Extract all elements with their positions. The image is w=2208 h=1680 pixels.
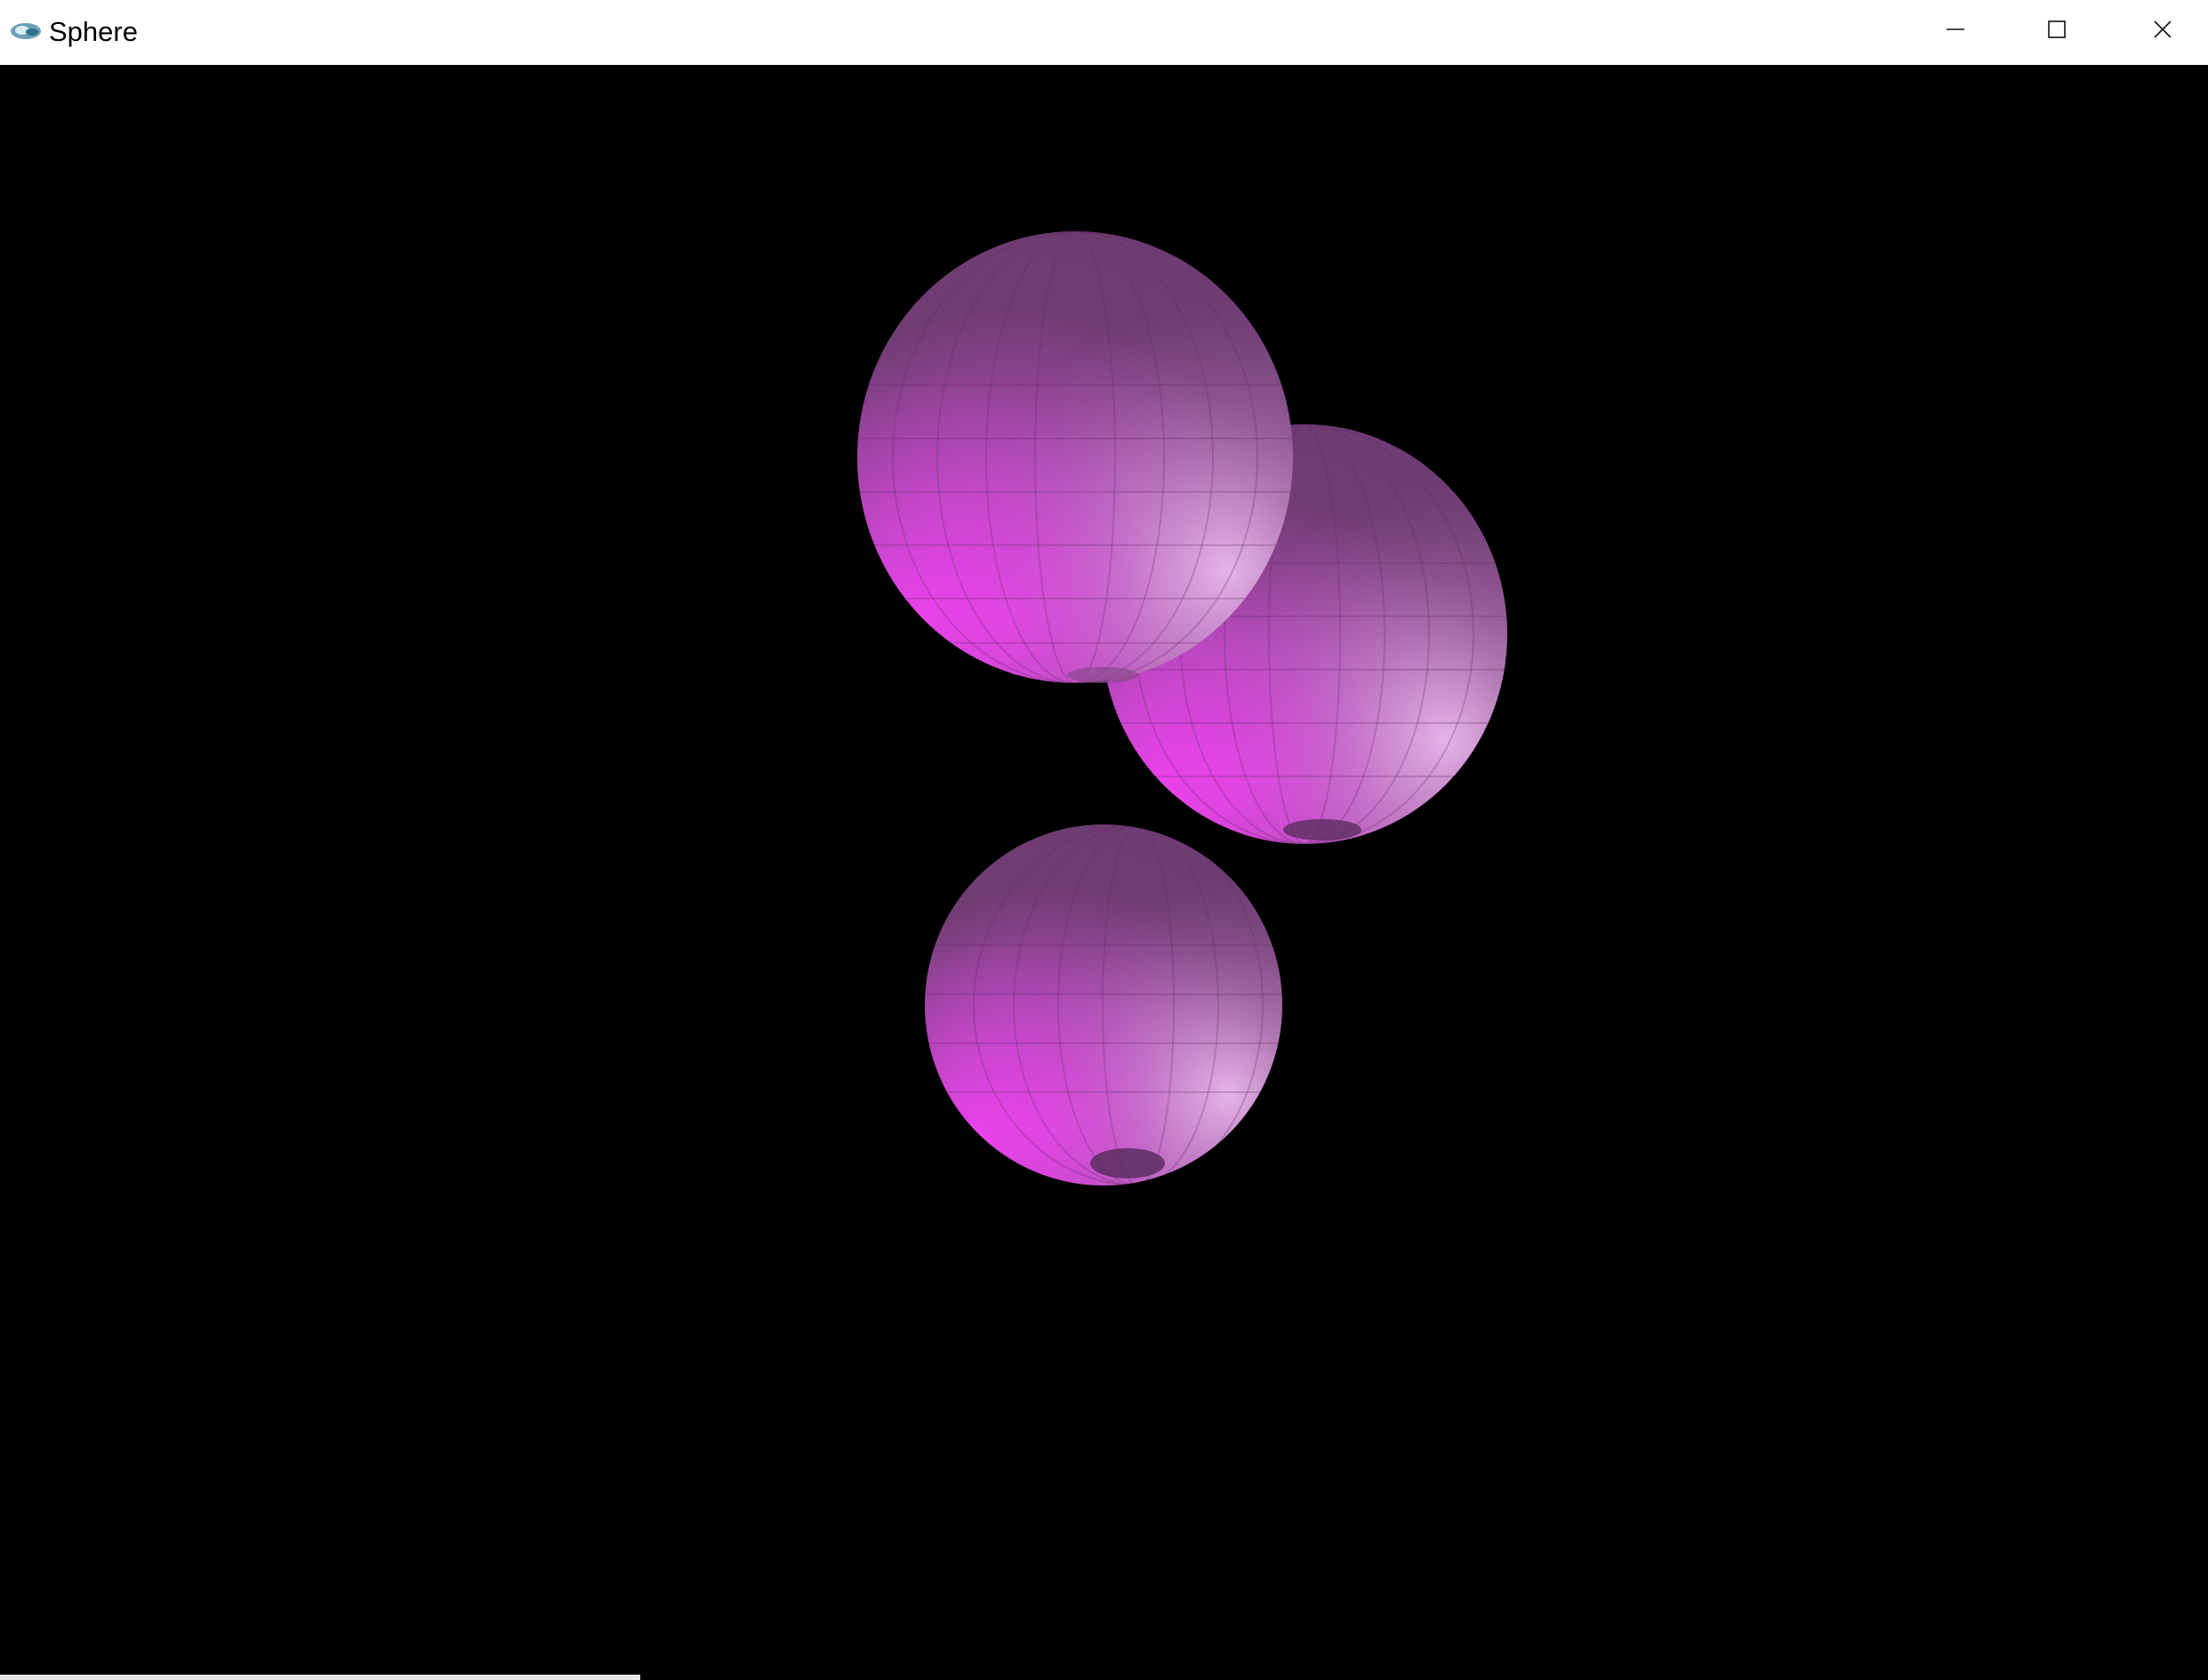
horizontal-scrollbar[interactable] bbox=[0, 1675, 2208, 1680]
close-icon bbox=[2152, 19, 2173, 44]
close-button[interactable] bbox=[2112, 0, 2208, 62]
app-window: Sphere bbox=[0, 0, 2208, 1680]
lower-sphere bbox=[925, 824, 1282, 1186]
maximize-button[interactable] bbox=[2006, 0, 2108, 62]
opengl-app-icon bbox=[9, 20, 43, 43]
minimize-icon bbox=[1945, 19, 1966, 44]
title-bar[interactable]: Sphere bbox=[0, 0, 2208, 65]
upper-left-sphere bbox=[857, 231, 1293, 683]
sphere-scene bbox=[857, 231, 1507, 1186]
scrollbar-thumb[interactable] bbox=[0, 1675, 640, 1680]
minimize-button[interactable] bbox=[1905, 0, 2006, 62]
window-title: Sphere bbox=[49, 16, 138, 47]
opengl-viewport[interactable] bbox=[0, 65, 2208, 1675]
maximize-icon bbox=[2046, 19, 2067, 44]
